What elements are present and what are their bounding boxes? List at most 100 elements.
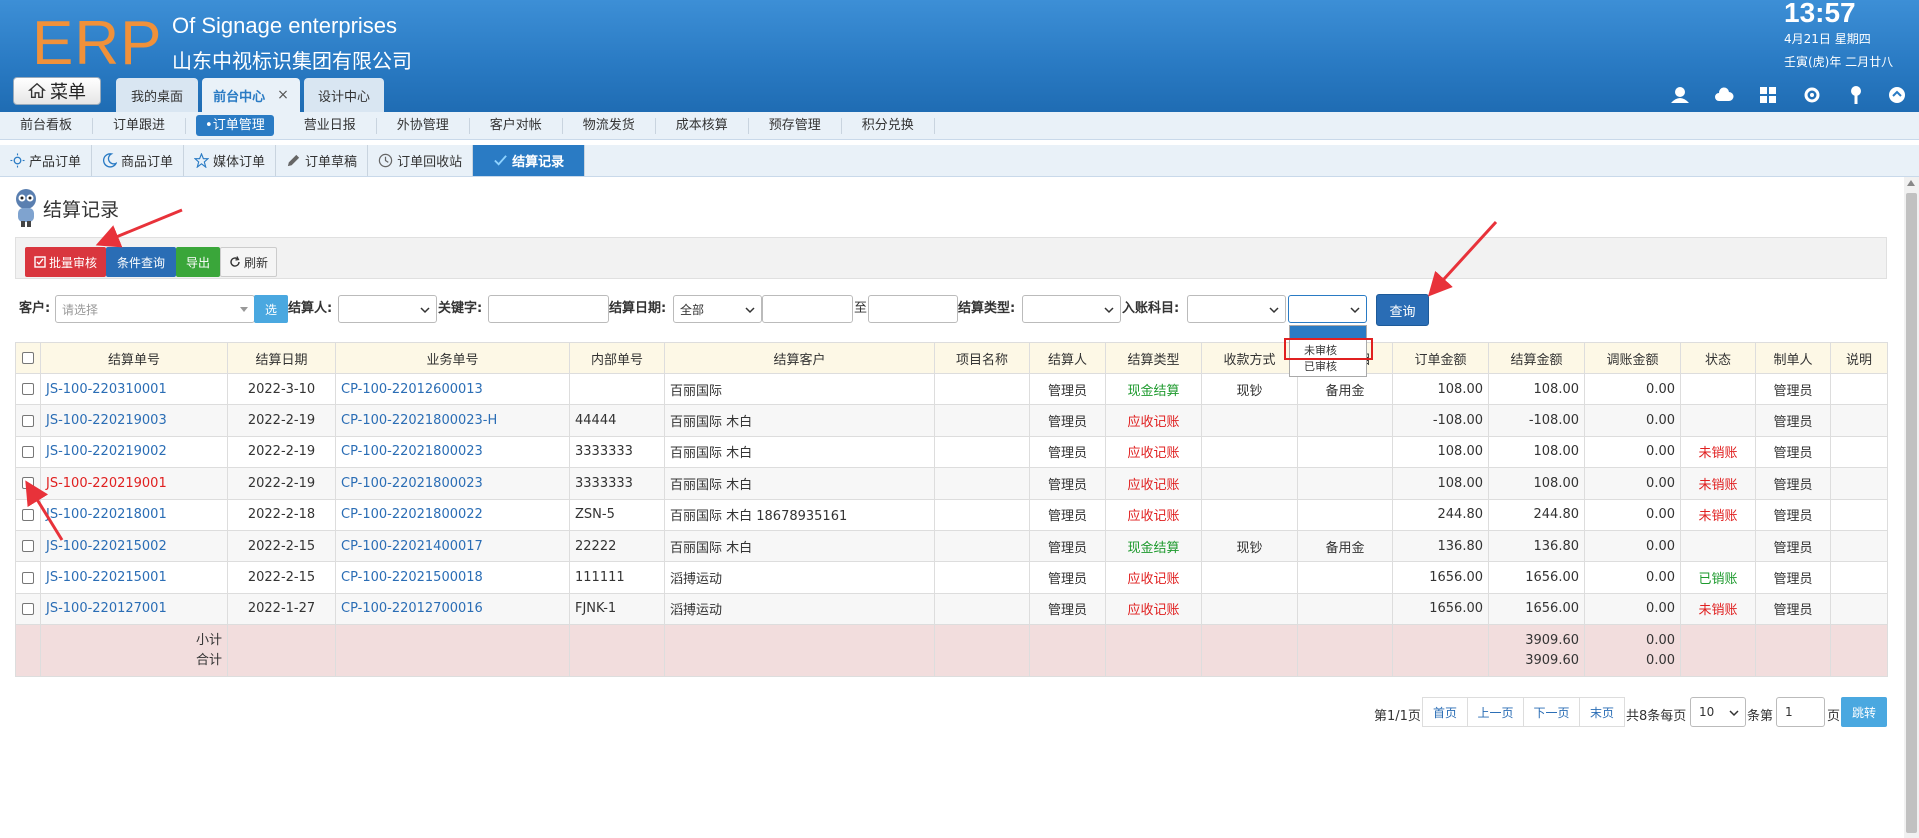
settler-select[interactable] (338, 295, 437, 323)
adjust-amount-cell: 0.00 (1584, 372, 1681, 406)
row-select-cell[interactable] (15, 372, 41, 406)
row-select-cell[interactable] (15, 404, 41, 437)
row-select-cell[interactable] (15, 498, 41, 531)
grid-icon[interactable] (1757, 84, 1779, 106)
biz-no-link[interactable]: CP-100-22021800023-H (335, 404, 570, 437)
prev-page-button[interactable]: 上一页 (1467, 697, 1524, 727)
subnav-order-draft[interactable]: 订单草稿 (276, 145, 369, 176)
select-all-checkbox[interactable] (22, 352, 34, 364)
tab-design-center[interactable]: 设计中心 (304, 78, 384, 112)
cloud-icon[interactable] (1713, 84, 1735, 106)
biz-no-link[interactable]: CP-100-22021400017 (335, 529, 570, 563)
row-checkbox[interactable] (22, 445, 34, 458)
subnav-recycle-bin[interactable]: 订单回收站 (368, 145, 474, 176)
export-button[interactable]: 导出 (176, 247, 220, 277)
menu-button[interactable]: 菜单 (13, 77, 101, 105)
row-checkbox[interactable] (22, 414, 34, 427)
date-range-select[interactable]: 全部 (673, 295, 762, 323)
subnav-settlement-record[interactable]: 结算记录 (473, 145, 586, 176)
collapse-icon[interactable] (1886, 84, 1908, 106)
biz-no-link[interactable]: CP-100-22021500018 (335, 561, 570, 594)
settle-no-link[interactable]: JS-100-220219001 (40, 467, 228, 500)
table-row[interactable]: JS-100-220215002 2022-2-15 CP-100-22021400… (15, 529, 1888, 563)
subnav-media-order[interactable]: 媒体订单 (184, 145, 277, 176)
table-row[interactable]: JS-100-220215001 2022-2-15 CP-100-22021500… (15, 561, 1888, 594)
nav-prepaid[interactable]: 预存管理 (749, 117, 842, 134)
user-icon[interactable] (1669, 84, 1691, 106)
page-number-input[interactable]: 1 (1776, 697, 1825, 727)
row-select-cell[interactable] (15, 435, 41, 469)
nav-outsourcing[interactable]: 外协管理 (377, 117, 470, 134)
table-row[interactable]: JS-100-220127001 2022-1-27 CP-100-22012700… (15, 592, 1888, 626)
select-all-cell[interactable] (15, 342, 41, 374)
nav-customer-reconcile[interactable]: 客户对帐 (470, 117, 563, 134)
nav-order-follow[interactable]: 订单跟进 (93, 117, 187, 134)
row-checkbox[interactable] (22, 383, 34, 396)
settle-type-select[interactable] (1022, 295, 1121, 323)
settle-no-link[interactable]: JS-100-220310001 (40, 372, 228, 406)
next-page-button[interactable]: 下一页 (1523, 697, 1580, 727)
tab-my-desktop[interactable]: 我的桌面 (116, 78, 198, 112)
table-row[interactable]: JS-100-220218001 2022-2-18 CP-100-22021800… (15, 498, 1888, 531)
subnav-product-order[interactable]: 产品订单 (0, 145, 93, 176)
audit-status-select[interactable] (1288, 295, 1367, 323)
biz-no-link[interactable]: CP-100-22021800023 (335, 467, 570, 500)
start-date-input[interactable] (762, 295, 853, 323)
col-header: 订单金额 (1392, 342, 1489, 374)
condition-query-button[interactable]: 条件查询 (106, 247, 176, 277)
settle-no-link[interactable]: JS-100-220218001 (40, 498, 228, 531)
option-audited[interactable]: 已审核 (1304, 358, 1337, 374)
row-select-cell[interactable] (15, 592, 41, 626)
row-checkbox[interactable] (22, 602, 34, 615)
adjust-amount-cell: 0.00 (1584, 404, 1681, 437)
settle-no-link[interactable]: JS-100-220215002 (40, 529, 228, 563)
nav-logistics[interactable]: 物流发货 (563, 117, 656, 134)
jump-button[interactable]: 跳转 (1841, 697, 1887, 727)
tab-front-center[interactable]: 前台中心 × (202, 78, 300, 112)
table-row[interactable]: JS-100-220310001 2022-3-10 CP-100-22012600… (15, 372, 1888, 406)
row-select-cell[interactable] (15, 561, 41, 594)
table-row[interactable]: JS-100-220219002 2022-2-19 CP-100-22021800… (15, 435, 1888, 469)
scrollbar-thumb[interactable] (1906, 193, 1917, 833)
settle-no-link[interactable]: JS-100-220215001 (40, 561, 228, 594)
row-checkbox[interactable] (22, 508, 34, 521)
tab-close-icon[interactable]: × (277, 87, 289, 103)
biz-no-link[interactable]: CP-100-22021800022 (335, 498, 570, 531)
nav-front-board[interactable]: 前台看板 (0, 117, 94, 134)
key-icon[interactable] (1845, 84, 1867, 106)
dropdown-blank-option[interactable] (1290, 326, 1366, 338)
nav-points[interactable]: 积分兑换 (842, 117, 935, 134)
nav-cost[interactable]: 成本核算 (656, 117, 749, 134)
subnav-goods-order[interactable]: 商品订单 (92, 145, 185, 176)
batch-audit-button[interactable]: 批量审核 (25, 247, 106, 277)
status-cell (1680, 372, 1756, 406)
keyword-input[interactable] (488, 295, 609, 323)
biz-no-link[interactable]: CP-100-22012700016 (335, 592, 570, 626)
account-select[interactable] (1187, 295, 1286, 323)
last-page-button[interactable]: 末页 (1579, 697, 1625, 727)
select-customer-button[interactable]: 选 (254, 295, 288, 323)
table-row[interactable]: JS-100-220219001 2022-2-19 CP-100-22021800… (15, 467, 1888, 500)
settle-no-link[interactable]: JS-100-220127001 (40, 592, 228, 626)
page-size-select[interactable]: 10 (1690, 697, 1746, 727)
biz-no-link[interactable]: CP-100-22012600013 (335, 372, 570, 406)
refresh-button[interactable]: 刷新 (220, 247, 277, 277)
row-checkbox[interactable] (22, 540, 34, 553)
gear-icon[interactable] (1801, 84, 1823, 106)
nav-daily-report[interactable]: 营业日报 (284, 117, 377, 134)
row-checkbox[interactable] (22, 477, 34, 490)
customer-select[interactable]: 请选择 (55, 295, 255, 323)
settle-no-link[interactable]: JS-100-220219003 (40, 404, 228, 437)
query-button[interactable]: 查询 (1376, 294, 1429, 326)
nav-order-manage[interactable]: •订单管理 (196, 115, 274, 136)
row-checkbox[interactable] (22, 571, 34, 584)
row-select-cell[interactable] (15, 529, 41, 563)
biz-no-link[interactable]: CP-100-22021800023 (335, 435, 570, 469)
first-page-button[interactable]: 首页 (1422, 697, 1468, 727)
end-date-input[interactable] (868, 295, 958, 323)
table-row[interactable]: JS-100-220219003 2022-2-19 CP-100-22021800… (15, 404, 1888, 437)
scroll-up-arrow-icon[interactable] (1907, 180, 1915, 186)
row-select-cell[interactable] (15, 467, 41, 500)
customer-cell: 百丽国际 木白 (664, 404, 935, 437)
settle-no-link[interactable]: JS-100-220219002 (40, 435, 228, 469)
